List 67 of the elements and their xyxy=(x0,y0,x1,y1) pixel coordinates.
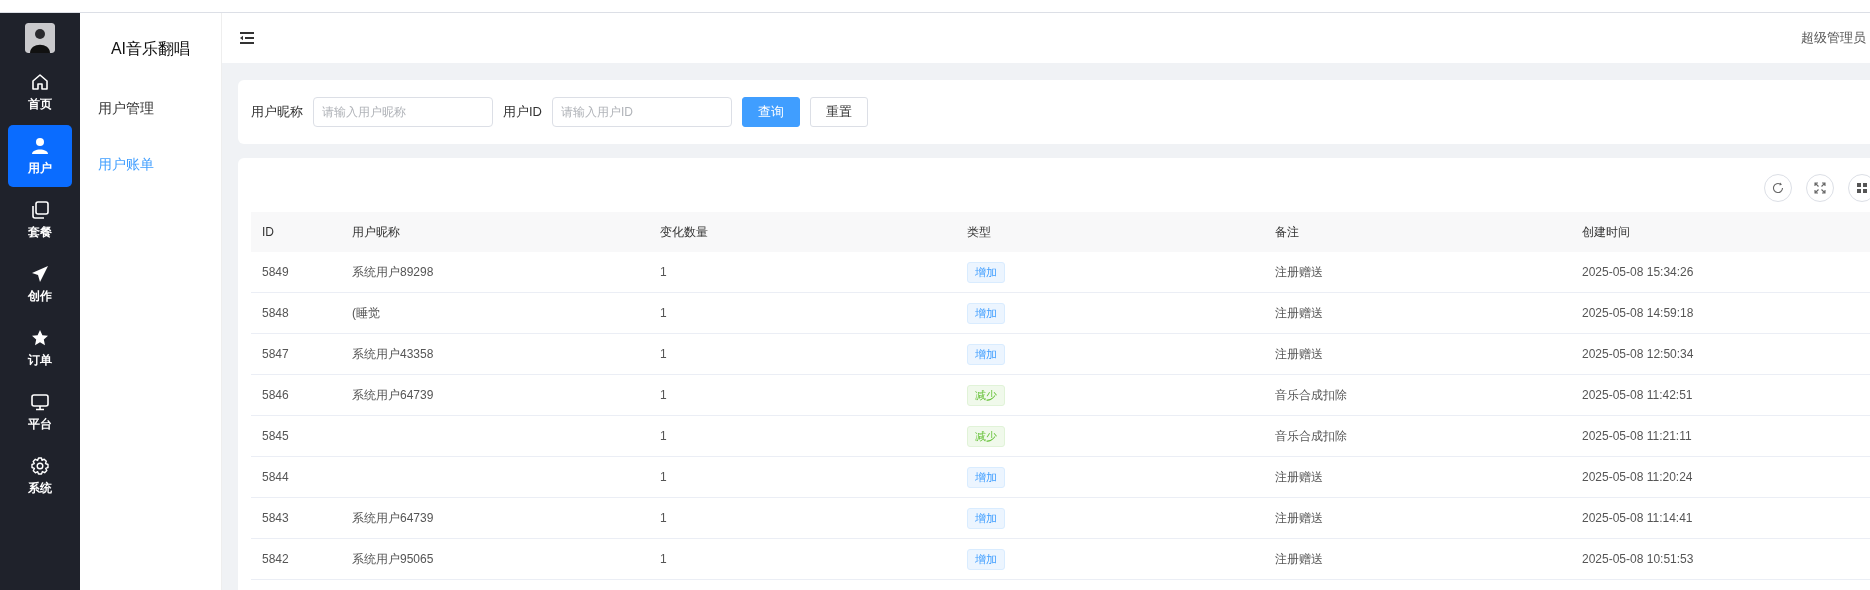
table-cell: 5849 xyxy=(251,252,341,293)
table-cell: 5843 xyxy=(251,497,341,539)
table-cell: 音乐合成扣除 xyxy=(1264,415,1571,457)
table-cell: 注册赠送 xyxy=(1264,456,1571,498)
table-cell: 5848 xyxy=(251,292,341,334)
type-tag: 增加 xyxy=(967,507,1005,529)
table-cell: 注册赠送 xyxy=(1264,538,1571,580)
column-header: 备注 xyxy=(1264,212,1571,252)
table-cell: 注册赠送 xyxy=(1264,252,1571,293)
table-cell: 注册赠送 xyxy=(1264,497,1571,539)
column-header: 类型 xyxy=(956,212,1264,252)
table-cell: 2025-05-08 11:20:24 xyxy=(1571,456,1870,498)
table-cell: 2025-05-08 11:21:11 xyxy=(1571,415,1870,457)
type-tag: 减少 xyxy=(967,425,1005,447)
table-cell: 2025-05-08 14:59:18 xyxy=(1571,292,1870,334)
table-cell: 1 xyxy=(649,374,956,416)
nav-item[interactable]: 用户 xyxy=(8,125,72,187)
table-cell: 2025-05-08 10:51:53 xyxy=(1571,538,1870,580)
menu-item[interactable]: 用户管理 xyxy=(80,80,221,136)
table-cell: 2025-05-08 15:34:26 xyxy=(1571,252,1870,293)
type-tag: 增加 xyxy=(967,466,1005,488)
nav-item[interactable]: 首页 xyxy=(8,61,72,123)
table-cell: 系统用户64739 xyxy=(341,497,649,539)
reset-button[interactable]: 重置 xyxy=(810,97,868,127)
field-label: 用户昵称 xyxy=(251,103,303,121)
table-cell: 1 xyxy=(649,538,956,580)
table-cell: 5845 xyxy=(251,415,341,457)
table-cell: 2025-05-08 11:42:51 xyxy=(1571,374,1870,416)
column-header: 创建时间 xyxy=(1571,212,1870,252)
table-cell: (睡觉 xyxy=(341,292,649,334)
table-cell: 系统用户95065 xyxy=(341,538,649,580)
type-tag: 增加 xyxy=(967,302,1005,324)
table-cell: 1 xyxy=(649,292,956,334)
nav-item[interactable]: 创作 xyxy=(8,253,72,315)
table-cell: 系统用户89298 xyxy=(341,252,649,293)
table-cell: 5847 xyxy=(251,333,341,375)
input-field[interactable]: 请输入用户ID xyxy=(552,97,732,127)
column-header: 变化数量 xyxy=(649,212,956,252)
table-cell: 系统用户64739 xyxy=(341,374,649,416)
nav-item[interactable]: 系统 xyxy=(8,445,72,507)
table-cell: 2025-05-08 12:50:34 xyxy=(1571,333,1870,375)
app-title: AI音乐翻唱 xyxy=(109,39,192,59)
user-name[interactable]: 超级管理员 xyxy=(1801,29,1866,47)
table-cell: 1 xyxy=(649,456,956,498)
table-cell: 1 xyxy=(649,252,956,293)
column-header: 用户昵称 xyxy=(341,212,649,252)
table-cell: 注册赠送 xyxy=(1264,292,1571,334)
field-label: 用户ID xyxy=(503,103,542,121)
column-header: ID xyxy=(251,212,341,252)
table-cell: 1 xyxy=(649,415,956,457)
table-cell: 5844 xyxy=(251,456,341,498)
table-cell: 1 xyxy=(649,497,956,539)
table-cell: 2025-05-08 11:14:41 xyxy=(1571,497,1870,539)
type-tag: 增加 xyxy=(967,261,1005,283)
table-cell: 系统用户43358 xyxy=(341,333,649,375)
table-cell: 5842 xyxy=(251,538,341,580)
table-cell: 1 xyxy=(649,333,956,375)
nav-item[interactable]: 订单 xyxy=(8,317,72,379)
input-field[interactable]: 请输入用户昵称 xyxy=(313,97,493,127)
type-tag: 增加 xyxy=(967,548,1005,570)
table-cell: 注册赠送 xyxy=(1264,333,1571,375)
type-tag: 增加 xyxy=(967,343,1005,365)
nav-item[interactable]: 套餐 xyxy=(8,189,72,251)
table-cell: 音乐合成扣除 xyxy=(1264,374,1571,416)
table-cell: 5846 xyxy=(251,374,341,416)
nav-item[interactable]: 平台 xyxy=(8,381,72,443)
type-tag: 减少 xyxy=(967,384,1005,406)
